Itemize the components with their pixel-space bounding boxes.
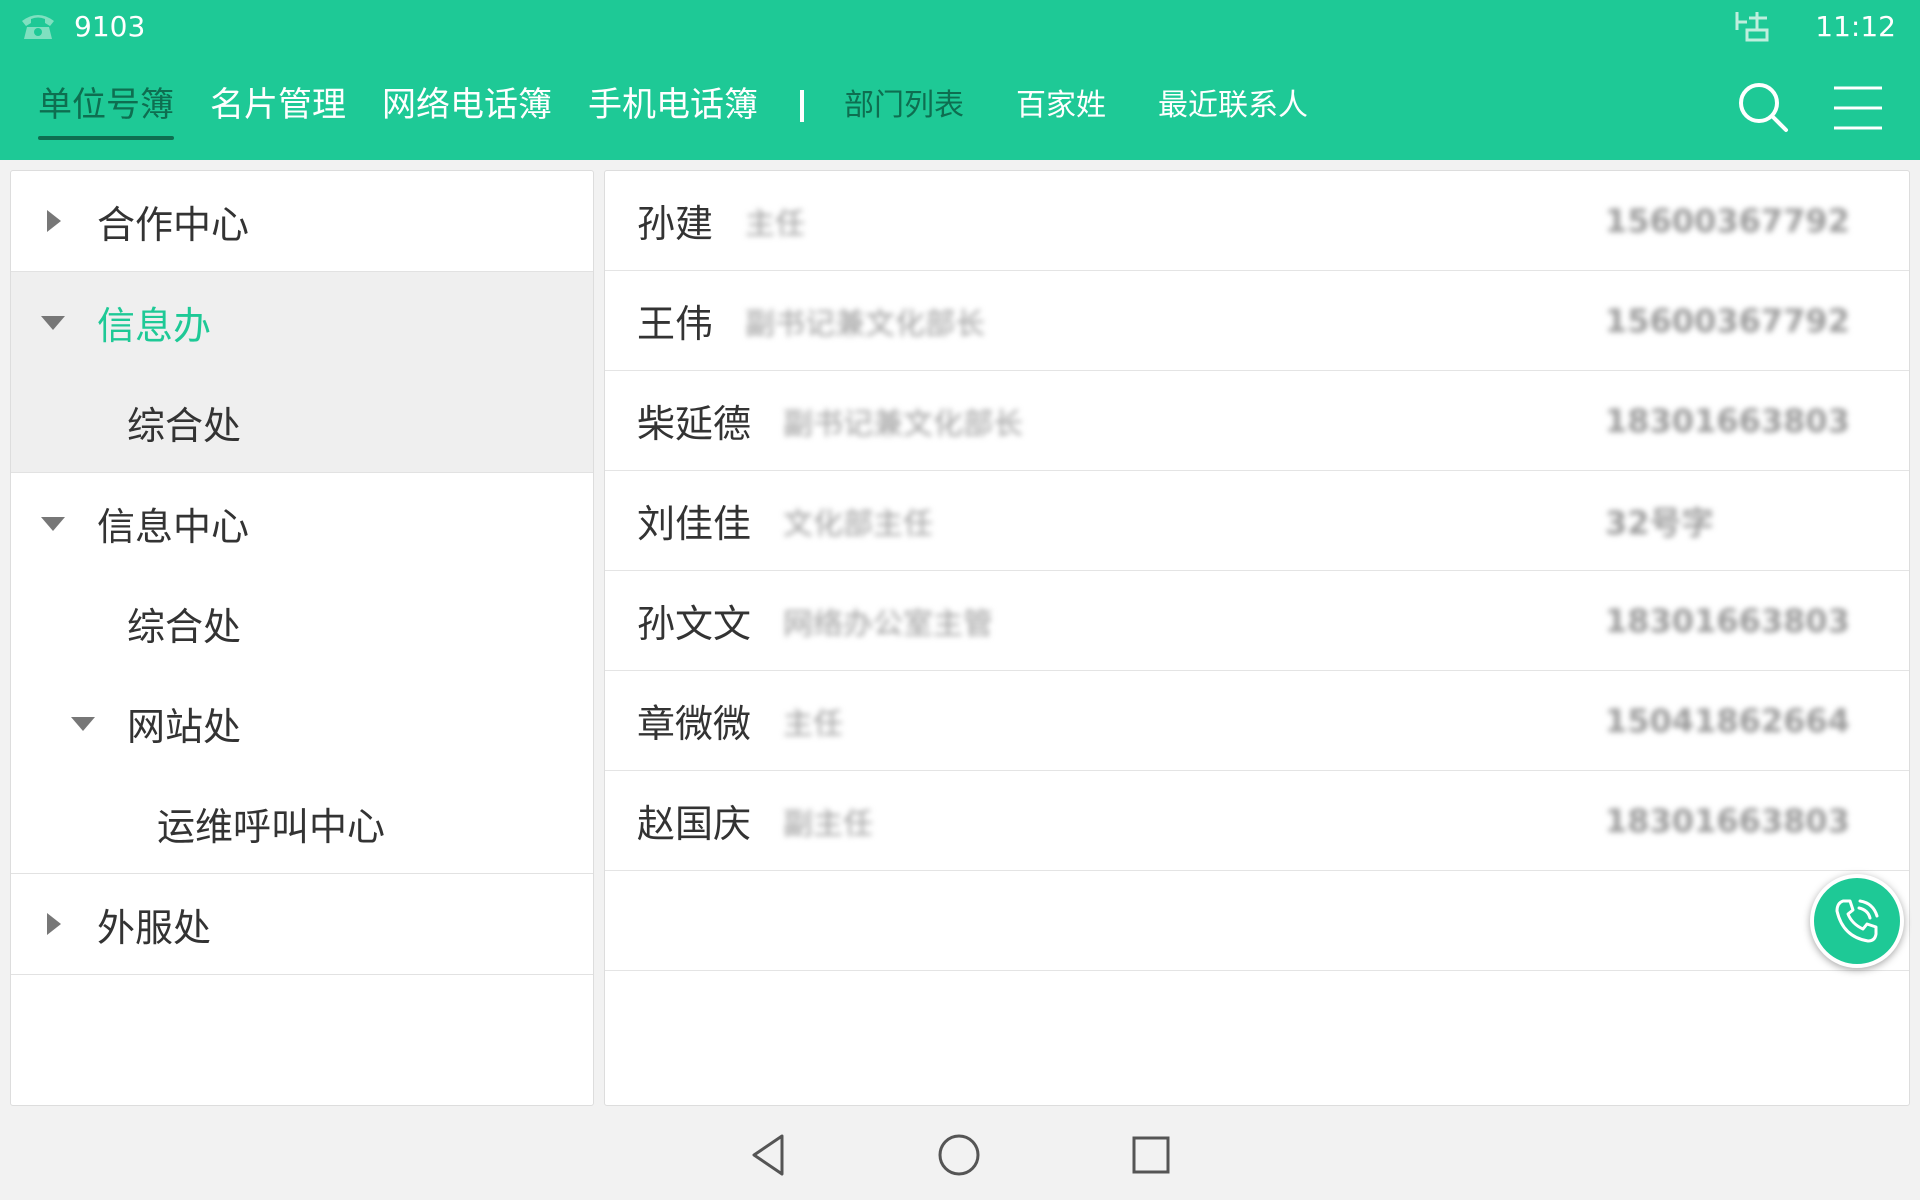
contact-row[interactable]: 王伟 副书记兼文化部长 15600367792 [605,271,1909,371]
contact-list: 孙建 主任 15600367792 王伟 副书记兼文化部长 1560036779… [604,170,1910,1106]
contact-phone: 18301663803 [1605,401,1850,440]
contact-row[interactable]: 刘佳佳 文化部主任 32号字 [605,471,1909,571]
tree-item-info-center[interactable]: 信息中心 [11,473,593,573]
contact-row[interactable]: 孙文文 网络办公室主管 18301663803 [605,571,1909,671]
contact-phone: 18301663803 [1605,601,1850,640]
dial-button[interactable] [1810,874,1904,968]
tab-department-list[interactable]: 部门列表 [844,80,964,140]
tree-item-label: 综合处 [127,403,242,448]
tree-item-label: 运维呼叫中心 [157,804,386,849]
contact-name: 章微微 [637,702,752,746]
contact-name: 孙建 [637,202,714,246]
network-icon [1735,12,1769,42]
tree-item-cooperation-center[interactable]: 合作中心 [11,171,593,271]
app-header: 9103 11:12 单位号簿 名片管理 网络电话簿 手机电话簿 部门列表 百家… [0,0,1920,160]
contact-title: 副书记兼文化部长 [783,406,1024,442]
tab-recent-contacts[interactable]: 最近联系人 [1158,80,1308,140]
clock: 11:12 [1815,9,1896,43]
status-left: 9103 [20,8,145,44]
contact-title: 网络办公室主管 [783,606,994,642]
contact-name: 赵国庆 [637,802,752,846]
tree-item-website-office[interactable]: 网站处 [11,673,593,773]
tree-item-label: 合作中心 [97,202,250,247]
contact-name: 柴延德 [637,402,752,446]
tree-group: 信息中心 综合处 网站处 运维呼叫中心 [11,473,593,874]
home-icon[interactable] [936,1132,982,1178]
tab-surnames[interactable]: 百家姓 [1016,80,1106,140]
tab-bar: 单位号簿 名片管理 网络电话簿 手机电话簿 部门列表 百家姓 最近联系人 [38,80,1360,140]
search-icon[interactable] [1736,80,1792,136]
contact-phone: 18301663803 [1605,801,1850,840]
tree-item-label: 网站处 [127,704,242,749]
tree-item-general-office[interactable]: 综合处 [11,573,593,673]
caret-right-icon [47,913,61,935]
contact-title: 副主任 [783,806,874,842]
tab-divider [800,90,804,122]
empty-row [605,871,1909,971]
phone-call-icon [1835,899,1879,943]
status-bar: 9103 11:12 [0,0,1920,52]
contact-row[interactable]: 柴延德 副书记兼文化部长 18301663803 [605,371,1909,471]
contact-row[interactable]: 孙建 主任 15600367792 [605,171,1909,271]
tree-item-general-office[interactable]: 综合处 [11,372,593,472]
status-right: 11:12 [1733,8,1896,44]
tree-group: 外服处 [11,874,593,975]
menu-icon[interactable] [1830,80,1886,136]
recent-apps-icon[interactable] [1128,1132,1174,1178]
back-icon[interactable] [746,1132,792,1178]
phone-icon [22,15,54,39]
tree-group-selected: 信息办 综合处 [11,272,593,473]
tree-item-label: 综合处 [127,604,242,649]
department-tree: 合作中心 信息办 综合处 信息中心 综合处 网站处 运维呼叫中心 外服处 [10,170,594,1106]
contact-row[interactable]: 章微微 主任 15041862664 [605,671,1909,771]
tab-network-phonebook[interactable]: 网络电话簿 [382,80,552,140]
caret-down-icon [71,717,95,731]
contact-row[interactable]: 赵国庆 副主任 18301663803 [605,771,1909,871]
contact-title: 主任 [783,706,844,742]
contact-title: 文化部主任 [783,506,934,542]
tree-item-label: 外服处 [97,905,212,950]
tab-mobile-phonebook[interactable]: 手机电话簿 [588,80,758,140]
caret-right-icon [47,210,61,232]
tree-item-ops-call-center[interactable]: 运维呼叫中心 [11,773,593,873]
caret-down-icon [41,316,65,330]
contact-name: 孙文文 [637,602,752,646]
contact-phone: 15600367792 [1605,201,1850,240]
tree-item-external-service[interactable]: 外服处 [11,874,593,974]
contact-name: 刘佳佳 [637,502,752,546]
contact-title: 主任 [745,206,806,242]
caret-down-icon [41,517,65,531]
contact-phone: 32号字 [1605,503,1714,542]
extension-number: 9103 [74,9,146,43]
tree-item-label: 信息办 [97,303,212,348]
tab-business-cards[interactable]: 名片管理 [210,80,346,140]
contact-phone: 15600367792 [1605,301,1850,340]
contact-title: 副书记兼文化部长 [745,306,986,342]
contact-name: 王伟 [637,302,714,346]
tree-item-info-office[interactable]: 信息办 [11,272,593,372]
system-nav-bar [0,1110,1920,1200]
tree-group: 合作中心 [11,171,593,272]
tree-item-label: 信息中心 [97,504,250,549]
tab-unit-directory[interactable]: 单位号簿 [38,80,174,140]
contact-phone: 15041862664 [1605,701,1850,740]
